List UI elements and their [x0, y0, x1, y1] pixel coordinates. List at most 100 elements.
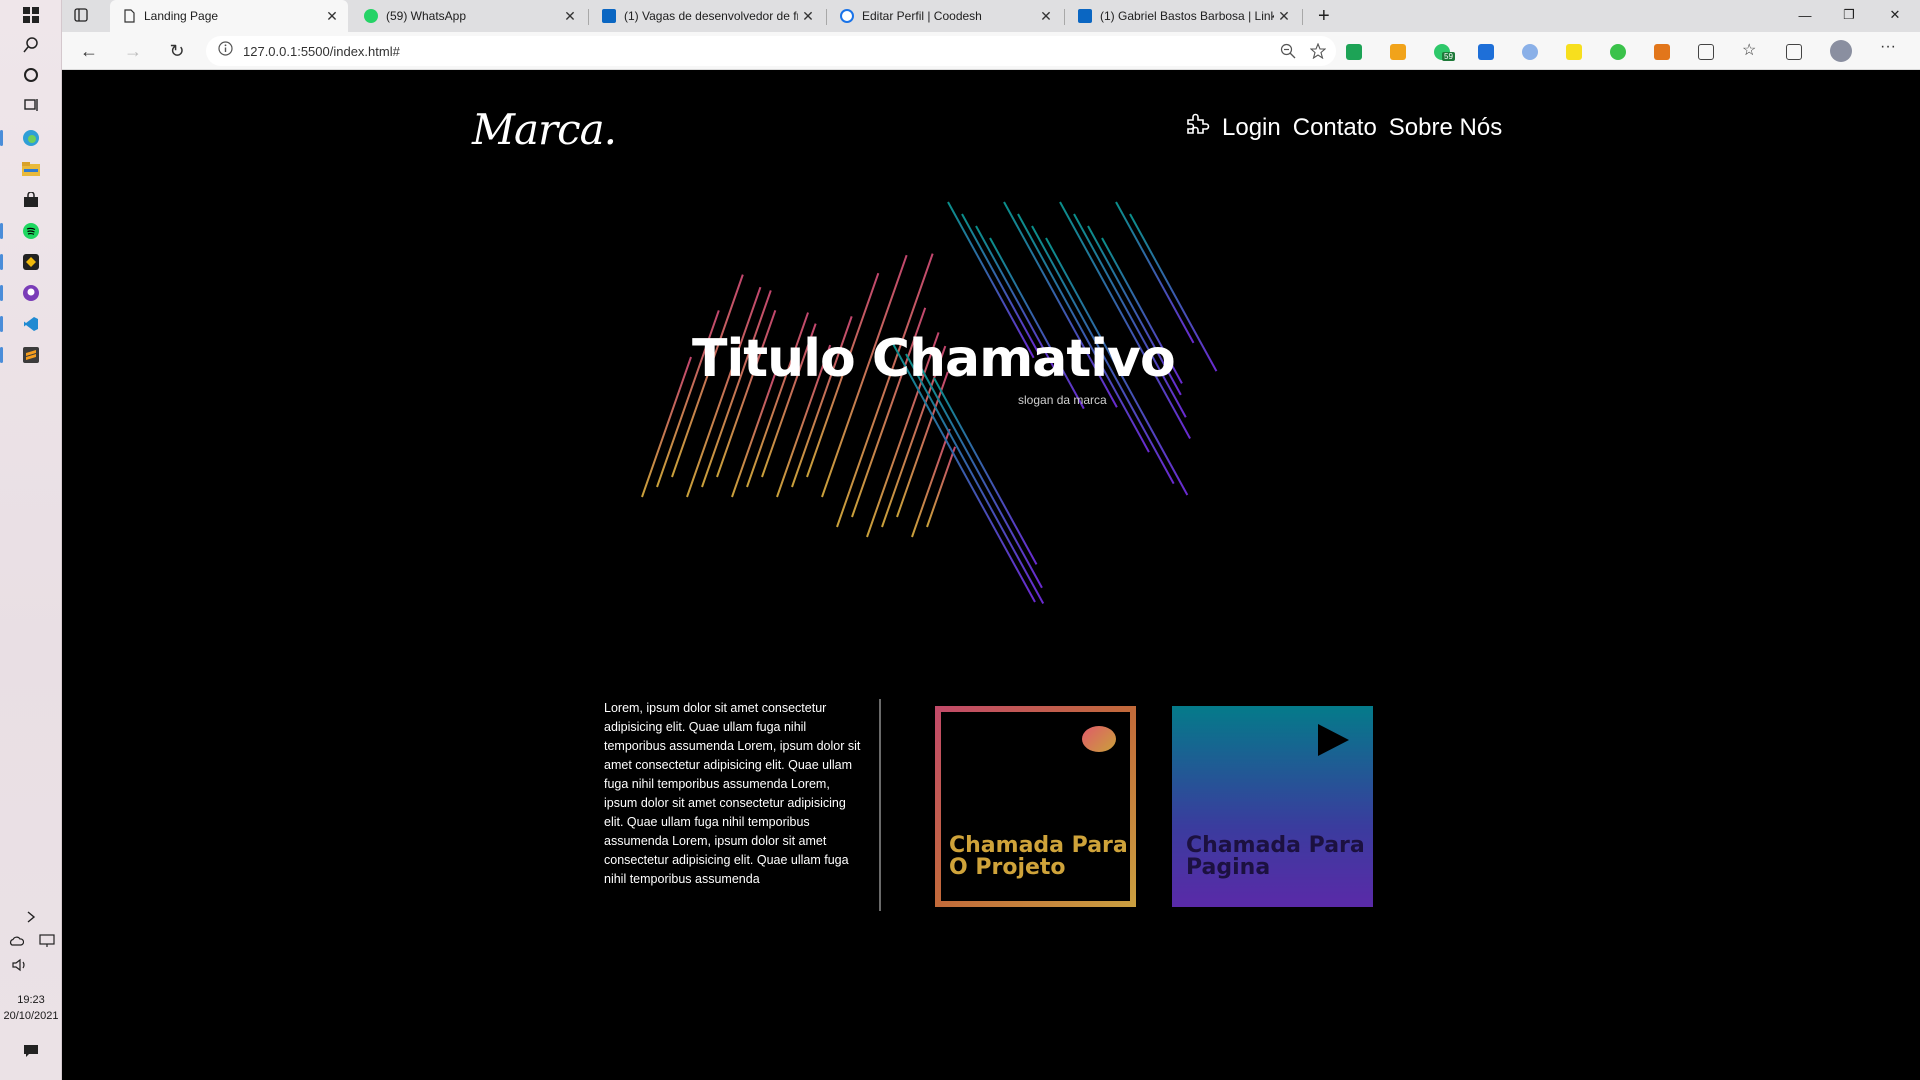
- edge-app[interactable]: [0, 123, 62, 153]
- extension-badge: 59: [1442, 52, 1455, 61]
- tab-title: (1) Gabriel Bastos Barbosa | Linke: [1100, 9, 1274, 23]
- profile-avatar[interactable]: [1830, 40, 1852, 62]
- extension-metamask-icon[interactable]: [1654, 44, 1670, 60]
- project-card[interactable]: Chamada Para O Projeto: [935, 706, 1136, 907]
- restore-icon: ❐: [1843, 7, 1855, 22]
- spotify-app[interactable]: [0, 216, 62, 246]
- intro-paragraph: Lorem, ipsum dolor sit amet consectetur …: [604, 701, 861, 886]
- address-bar[interactable]: 127.0.0.1:5500/index.html#: [206, 36, 1336, 66]
- back-button[interactable]: ←: [74, 36, 104, 66]
- nav-login[interactable]: Login: [1222, 114, 1281, 142]
- tab-title: Editar Perfil | Coodesh: [862, 9, 982, 23]
- gradient-dot-icon: [1082, 726, 1116, 752]
- sublime-text-icon: [22, 346, 40, 364]
- sublime-app[interactable]: [0, 340, 62, 370]
- add-favorite-icon[interactable]: [1309, 42, 1327, 64]
- page-card-line2: Pagina: [1186, 855, 1271, 880]
- project-card-line2: O Projeto: [949, 855, 1066, 880]
- file-explorer-app[interactable]: [0, 154, 62, 184]
- edge-icon: [22, 129, 40, 147]
- cool-line: [905, 353, 1045, 605]
- warm-line: [686, 286, 762, 498]
- task-view-button[interactable]: [0, 90, 62, 120]
- forward-button[interactable]: →: [118, 36, 148, 66]
- clock-time: 19:23: [17, 994, 45, 1006]
- url-text: 127.0.0.1:5500/index.html#: [243, 43, 400, 59]
- project-card-line1: Chamada Para: [949, 833, 1128, 858]
- warm-line: [641, 356, 692, 498]
- close-icon[interactable]: ✕: [560, 8, 580, 25]
- info-icon[interactable]: [218, 41, 233, 61]
- arrow-left-icon: ←: [80, 40, 98, 61]
- cool-line: [1115, 201, 1195, 344]
- page-card-line1: Chamada Para: [1186, 833, 1365, 858]
- close-window-button[interactable]: ✕: [1873, 0, 1917, 30]
- vertical-divider: [879, 699, 881, 911]
- warm-diagonal-lines: [641, 253, 957, 538]
- close-icon[interactable]: ✕: [322, 8, 342, 25]
- collections-icon[interactable]: [1786, 44, 1802, 60]
- tab-landing-page[interactable]: Landing Page ✕: [110, 0, 348, 32]
- vscode-icon: [22, 315, 40, 333]
- tab-whatsapp[interactable]: (59) WhatsApp ✕: [352, 0, 586, 32]
- system-clock[interactable]: 19:23 20/10/2021: [0, 992, 62, 1024]
- store-bag-icon: [22, 191, 40, 209]
- extension-code-icon[interactable]: [1478, 44, 1494, 60]
- extension-node-icon[interactable]: [1610, 44, 1626, 60]
- restore-button[interactable]: ❐: [1827, 0, 1871, 30]
- volume-tray[interactable]: [0, 950, 40, 980]
- binance-icon: [22, 253, 40, 271]
- close-icon[interactable]: ✕: [798, 8, 818, 25]
- warm-line: [911, 428, 951, 538]
- warm-line: [896, 371, 949, 518]
- project-card-inner: Chamada Para O Projeto: [941, 712, 1130, 901]
- close-icon: ✕: [1889, 7, 1901, 22]
- puzzle-icon[interactable]: [1184, 113, 1210, 142]
- cloud-sync-icon: [7, 932, 25, 950]
- tab-actions-icon: [74, 7, 88, 25]
- extension-search-icon[interactable]: [1522, 44, 1538, 60]
- start-button[interactable]: [0, 0, 62, 30]
- extension-premiere-icon[interactable]: [1346, 44, 1362, 60]
- extensions-puzzle-icon[interactable]: [1698, 44, 1714, 60]
- tab-linkedin-profile[interactable]: (1) Gabriel Bastos Barbosa | Linke ✕: [1066, 0, 1300, 32]
- zoom-icon[interactable]: [1280, 43, 1296, 64]
- brand-logo[interactable]: Marca.: [472, 105, 617, 154]
- vscode-app[interactable]: [0, 309, 62, 339]
- network-monitor-icon: [38, 932, 56, 950]
- refresh-button[interactable]: ↻: [162, 36, 192, 66]
- hero-lines-graphic: [641, 201, 1218, 605]
- action-center-button[interactable]: [0, 1036, 62, 1066]
- minimize-button[interactable]: —: [1783, 0, 1827, 30]
- more-options-icon[interactable]: ···: [1880, 38, 1896, 55]
- close-icon[interactable]: ✕: [1036, 8, 1056, 25]
- store-app[interactable]: [0, 185, 62, 215]
- chevron-right-icon: [22, 908, 40, 926]
- tab-linkedin-vagas[interactable]: (1) Vagas de desenvolvedor de fr ✕: [590, 0, 824, 32]
- site-nav: Login Contato Sobre Nós: [1184, 113, 1502, 142]
- tab-actions-button[interactable]: [62, 0, 100, 32]
- warm-line: [926, 446, 957, 528]
- folder-icon: [22, 160, 40, 178]
- tab-coodesh[interactable]: Editar Perfil | Coodesh ✕: [828, 0, 1062, 32]
- github-app[interactable]: [0, 278, 62, 308]
- search-button[interactable]: [0, 30, 62, 60]
- close-icon[interactable]: ✕: [1274, 8, 1294, 25]
- binance-app[interactable]: [0, 247, 62, 277]
- windows-taskbar: 19:23 20/10/2021: [0, 0, 62, 1080]
- extension-gold-icon[interactable]: [1390, 44, 1406, 60]
- refresh-icon: ↻: [169, 40, 185, 61]
- new-tab-button[interactable]: +: [1306, 0, 1342, 32]
- nav-contato[interactable]: Contato: [1293, 114, 1377, 142]
- cortana-icon: [22, 66, 40, 84]
- windows-logo-icon: [22, 6, 40, 24]
- favorites-icon[interactable]: ☆: [1742, 40, 1758, 59]
- project-card-text: Chamada Para O Projeto: [949, 835, 1128, 879]
- nav-sobre-nos[interactable]: Sobre Nós: [1389, 114, 1502, 142]
- cortana-button[interactable]: [0, 60, 62, 90]
- page-card[interactable]: Chamada Para Pagina: [1172, 706, 1373, 907]
- minimize-icon: —: [1798, 7, 1812, 23]
- spotify-icon: [22, 222, 40, 240]
- speaker-icon: [11, 956, 29, 974]
- extension-js-icon[interactable]: [1566, 44, 1582, 60]
